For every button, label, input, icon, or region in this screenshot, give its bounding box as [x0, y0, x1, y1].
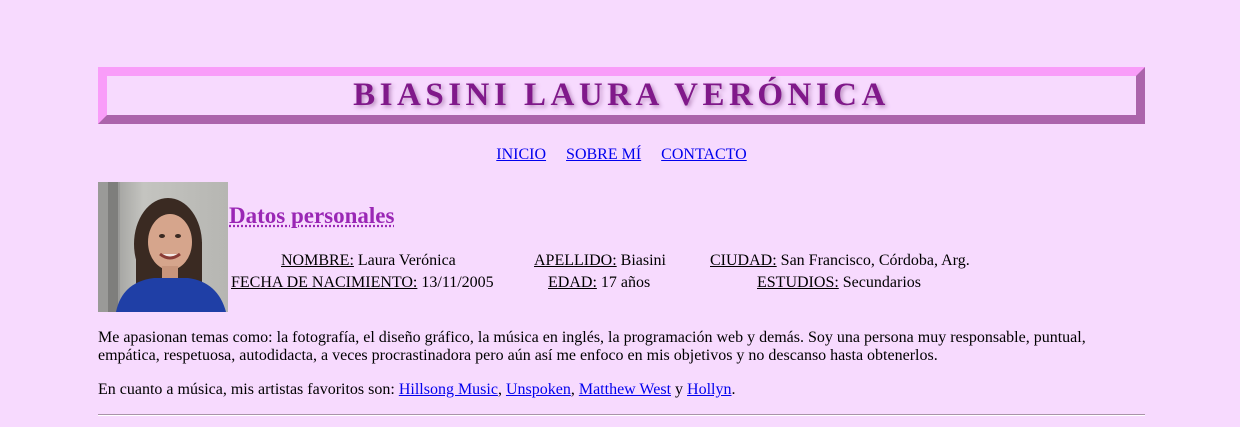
music-paragraph: En cuanto a música, mis artistas favorit… [98, 381, 736, 398]
field-ciudad: CIUDAD: San Francisco, Córdoba, Arg. [710, 252, 970, 269]
about-paragraph: Me apasionan temas como: la fotografía, … [98, 329, 1086, 364]
section-title-datos-personales: Datos personales [229, 203, 395, 228]
artist-link-unspoken[interactable]: Unspoken [506, 381, 571, 398]
field-fecha-nacimiento: FECHA DE NACIMIENTO: 13/11/2005 [231, 274, 494, 291]
nav-link-inicio[interactable]: INICIO [496, 146, 546, 163]
field-apellido: APELLIDO: Biasini [534, 252, 666, 269]
artist-link-hollyn[interactable]: Hollyn [687, 381, 731, 398]
nav-link-contacto[interactable]: CONTACTO [661, 146, 747, 163]
field-edad: EDAD: 17 años [548, 274, 651, 291]
horizontal-divider [98, 414, 1145, 416]
header-banner: BIASINI LAURA VERÓNICA [98, 67, 1145, 124]
main-nav: INICIO SOBRE MÍ CONTACTO [98, 146, 1145, 164]
nav-link-sobre-mi[interactable]: SOBRE MÍ [566, 146, 641, 163]
profile-photo [98, 182, 228, 312]
profile-photo-image [98, 182, 228, 312]
artist-link-matthew-west[interactable]: Matthew West [579, 381, 671, 398]
page-title: BIASINI LAURA VERÓNICA [353, 77, 890, 113]
field-nombre: NOMBRE: Laura Verónica [281, 252, 456, 269]
artist-link-hillsong[interactable]: Hillsong Music [399, 381, 498, 398]
field-estudios: ESTUDIOS: Secundarios [757, 274, 921, 291]
